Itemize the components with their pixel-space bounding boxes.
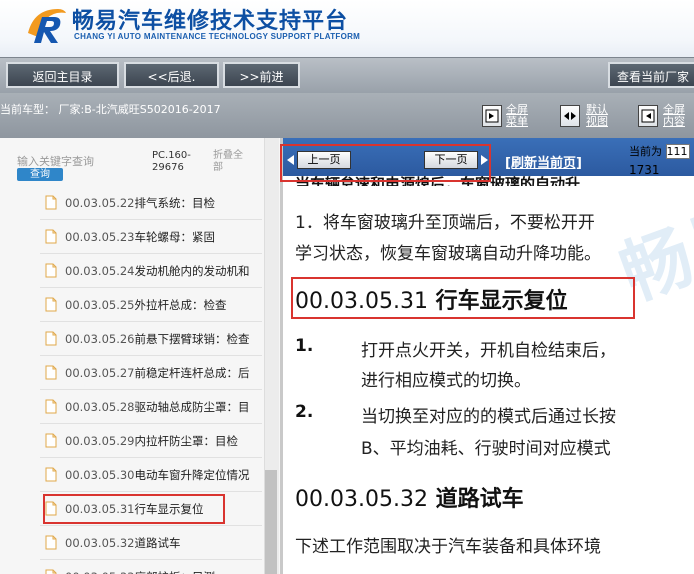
toc-divider	[40, 355, 262, 356]
toc-item-label: 00.03.05.25外拉杆总成：检查	[65, 298, 227, 312]
selected-item-highlight	[43, 494, 225, 524]
full-menu-link[interactable]: 全屏 菜单	[506, 104, 528, 128]
toc-item-label: 00.03.05.29内拉杆防尘罩：目检	[65, 434, 238, 448]
document-icon	[45, 229, 57, 244]
step-text: 当切换至对应的的模式后通过长按	[361, 407, 616, 427]
platform-subtitle: CHANG YI AUTO MAINTENANCE TECHNOLOGY SUP…	[74, 32, 361, 41]
current-maker-button[interactable]: 查看当前厂家	[608, 62, 694, 88]
full-menu-icon[interactable]	[482, 105, 502, 127]
full-content-icon[interactable]	[638, 105, 658, 127]
toc-item-label: 00.03.05.22排气系统：目检	[65, 196, 215, 210]
nav-toolbar: 返回主目录 <<后退. >>前进 查看当前厂家	[0, 57, 694, 94]
app-header: 畅易汽车维修技术支持平台 CHANG YI AUTO MAINTENANCE T…	[0, 0, 694, 57]
toc-item[interactable]: 00.03.05.30电动车窗升降定位情况	[0, 457, 264, 491]
step-number: 1.	[295, 336, 314, 356]
document-icon	[45, 297, 57, 312]
page-number-input[interactable]: 111	[665, 144, 690, 159]
full-content-link[interactable]: 全屏 内容	[663, 104, 685, 128]
page-total: 1731	[629, 163, 660, 177]
toc-item-label: 00.03.05.30电动车窗升降定位情况	[65, 468, 250, 482]
paragraph-line: 1．将车窗玻璃升至顶端后，不要松开开	[295, 213, 595, 233]
toc-item[interactable]: 00.03.05.25外拉杆总成：检查	[0, 287, 264, 321]
platform-title: 畅易汽车维修技术支持平台	[72, 9, 349, 34]
content-pane: 畅易 上一页 下一页 [刷新当前页] 当车辆怠速和电源熄后，车窗玻璃的自动升 1…	[283, 138, 694, 574]
toc-divider	[40, 287, 262, 288]
toc-item-label: 00.03.05.26前悬下摆臂球销：检查	[65, 332, 250, 346]
document-icon	[45, 195, 57, 210]
document-icon	[45, 535, 57, 550]
step-text: B、平均油耗、行驶时间对应模式	[361, 439, 611, 459]
pc-label: PC.160- 29676	[152, 150, 191, 173]
toc-divider	[40, 253, 262, 254]
toc-item[interactable]: 00.03.05.29内拉杆防尘罩：目检	[0, 423, 264, 457]
toc-item-label: 00.03.05.24发动机舱内的发动机和	[65, 264, 250, 278]
toc-item[interactable]: 00.03.05.32道路试车	[0, 525, 264, 559]
back-button[interactable]: <<后退.	[124, 62, 219, 88]
toc-divider	[40, 219, 262, 220]
document-icon	[45, 467, 57, 482]
sidebar-scroll-thumb[interactable]	[265, 470, 277, 574]
toc-item-label: 00.03.05.27前稳定杆连杆总成：后	[65, 366, 250, 380]
default-view-link[interactable]: 默认 视图	[586, 104, 608, 128]
toc-divider	[40, 525, 262, 526]
collapse-all-link[interactable]: 折叠全部	[213, 150, 243, 174]
document-icon	[45, 433, 57, 448]
toc-item-label: 00.03.05.33底部护板：目测	[65, 569, 215, 574]
logo-icon	[28, 9, 66, 43]
toc-divider	[40, 423, 262, 424]
step-text: 打开点火开关，开机自检结束后，	[361, 341, 616, 361]
pager-highlight	[280, 144, 491, 182]
toc-divider	[40, 389, 262, 390]
home-button[interactable]: 返回主目录	[6, 62, 119, 88]
view-toolbar: 当前车型： 厂家:B-北汽威旺S502016-2017 全屏 菜单 默认 视图 全屏…	[0, 93, 694, 139]
toc-item[interactable]: 00.03.05.26前悬下摆臂球销：检查	[0, 321, 264, 355]
search-button[interactable]: 查询	[17, 168, 63, 181]
toc-divider	[40, 321, 262, 322]
document-icon	[45, 399, 57, 414]
document-icon	[45, 569, 57, 574]
toc-item[interactable]: 00.03.05.28驱动轴总成防尘罩：目	[0, 389, 264, 423]
heading-highlight	[291, 277, 635, 319]
toc-divider	[40, 457, 262, 458]
document-icon	[45, 365, 57, 380]
toc-item-label: 00.03.05.28驱动轴总成防尘罩：目	[65, 400, 250, 414]
toc-divider	[40, 491, 262, 492]
page-indicator: 当前为 111 1731	[629, 144, 690, 177]
current-car-label: 当前车型： 厂家:B-北汽威旺S502016-2017	[0, 103, 221, 116]
document-icon	[45, 263, 57, 278]
toc-item-label: 00.03.05.32道路试车	[65, 536, 181, 550]
step-number: 2.	[295, 402, 314, 422]
section-heading: 00.03.05.32 道路试车	[295, 487, 524, 512]
toc-divider	[40, 559, 262, 560]
paragraph-line: 学习状态，恢复车窗玻璃自动升降功能。	[295, 244, 601, 264]
step-text: 进行相应模式的切换。	[361, 371, 531, 391]
toc-item[interactable]: 00.03.05.23车轮螺母：紧固	[0, 219, 264, 253]
forward-button[interactable]: >>前进	[223, 62, 300, 88]
search-input[interactable]: 输入关键字查询	[17, 153, 94, 169]
default-view-icon[interactable]	[560, 105, 580, 127]
toc-item-label: 00.03.05.23车轮螺母：紧固	[65, 230, 215, 244]
document-icon	[45, 331, 57, 346]
toc-item[interactable]: 00.03.05.27前稳定杆连杆总成：后	[0, 355, 264, 389]
refresh-page-link[interactable]: [刷新当前页]	[505, 152, 582, 171]
toc-item[interactable]: 00.03.05.22排气系统：目检	[0, 185, 264, 219]
toc-item[interactable]: 00.03.05.24发动机舱内的发动机和	[0, 253, 264, 287]
toc-item[interactable]: 00.03.05.33底部护板：目测	[0, 559, 264, 574]
paragraph-line: 下述工作范围取决于汽车装备和具体环境	[295, 537, 601, 557]
